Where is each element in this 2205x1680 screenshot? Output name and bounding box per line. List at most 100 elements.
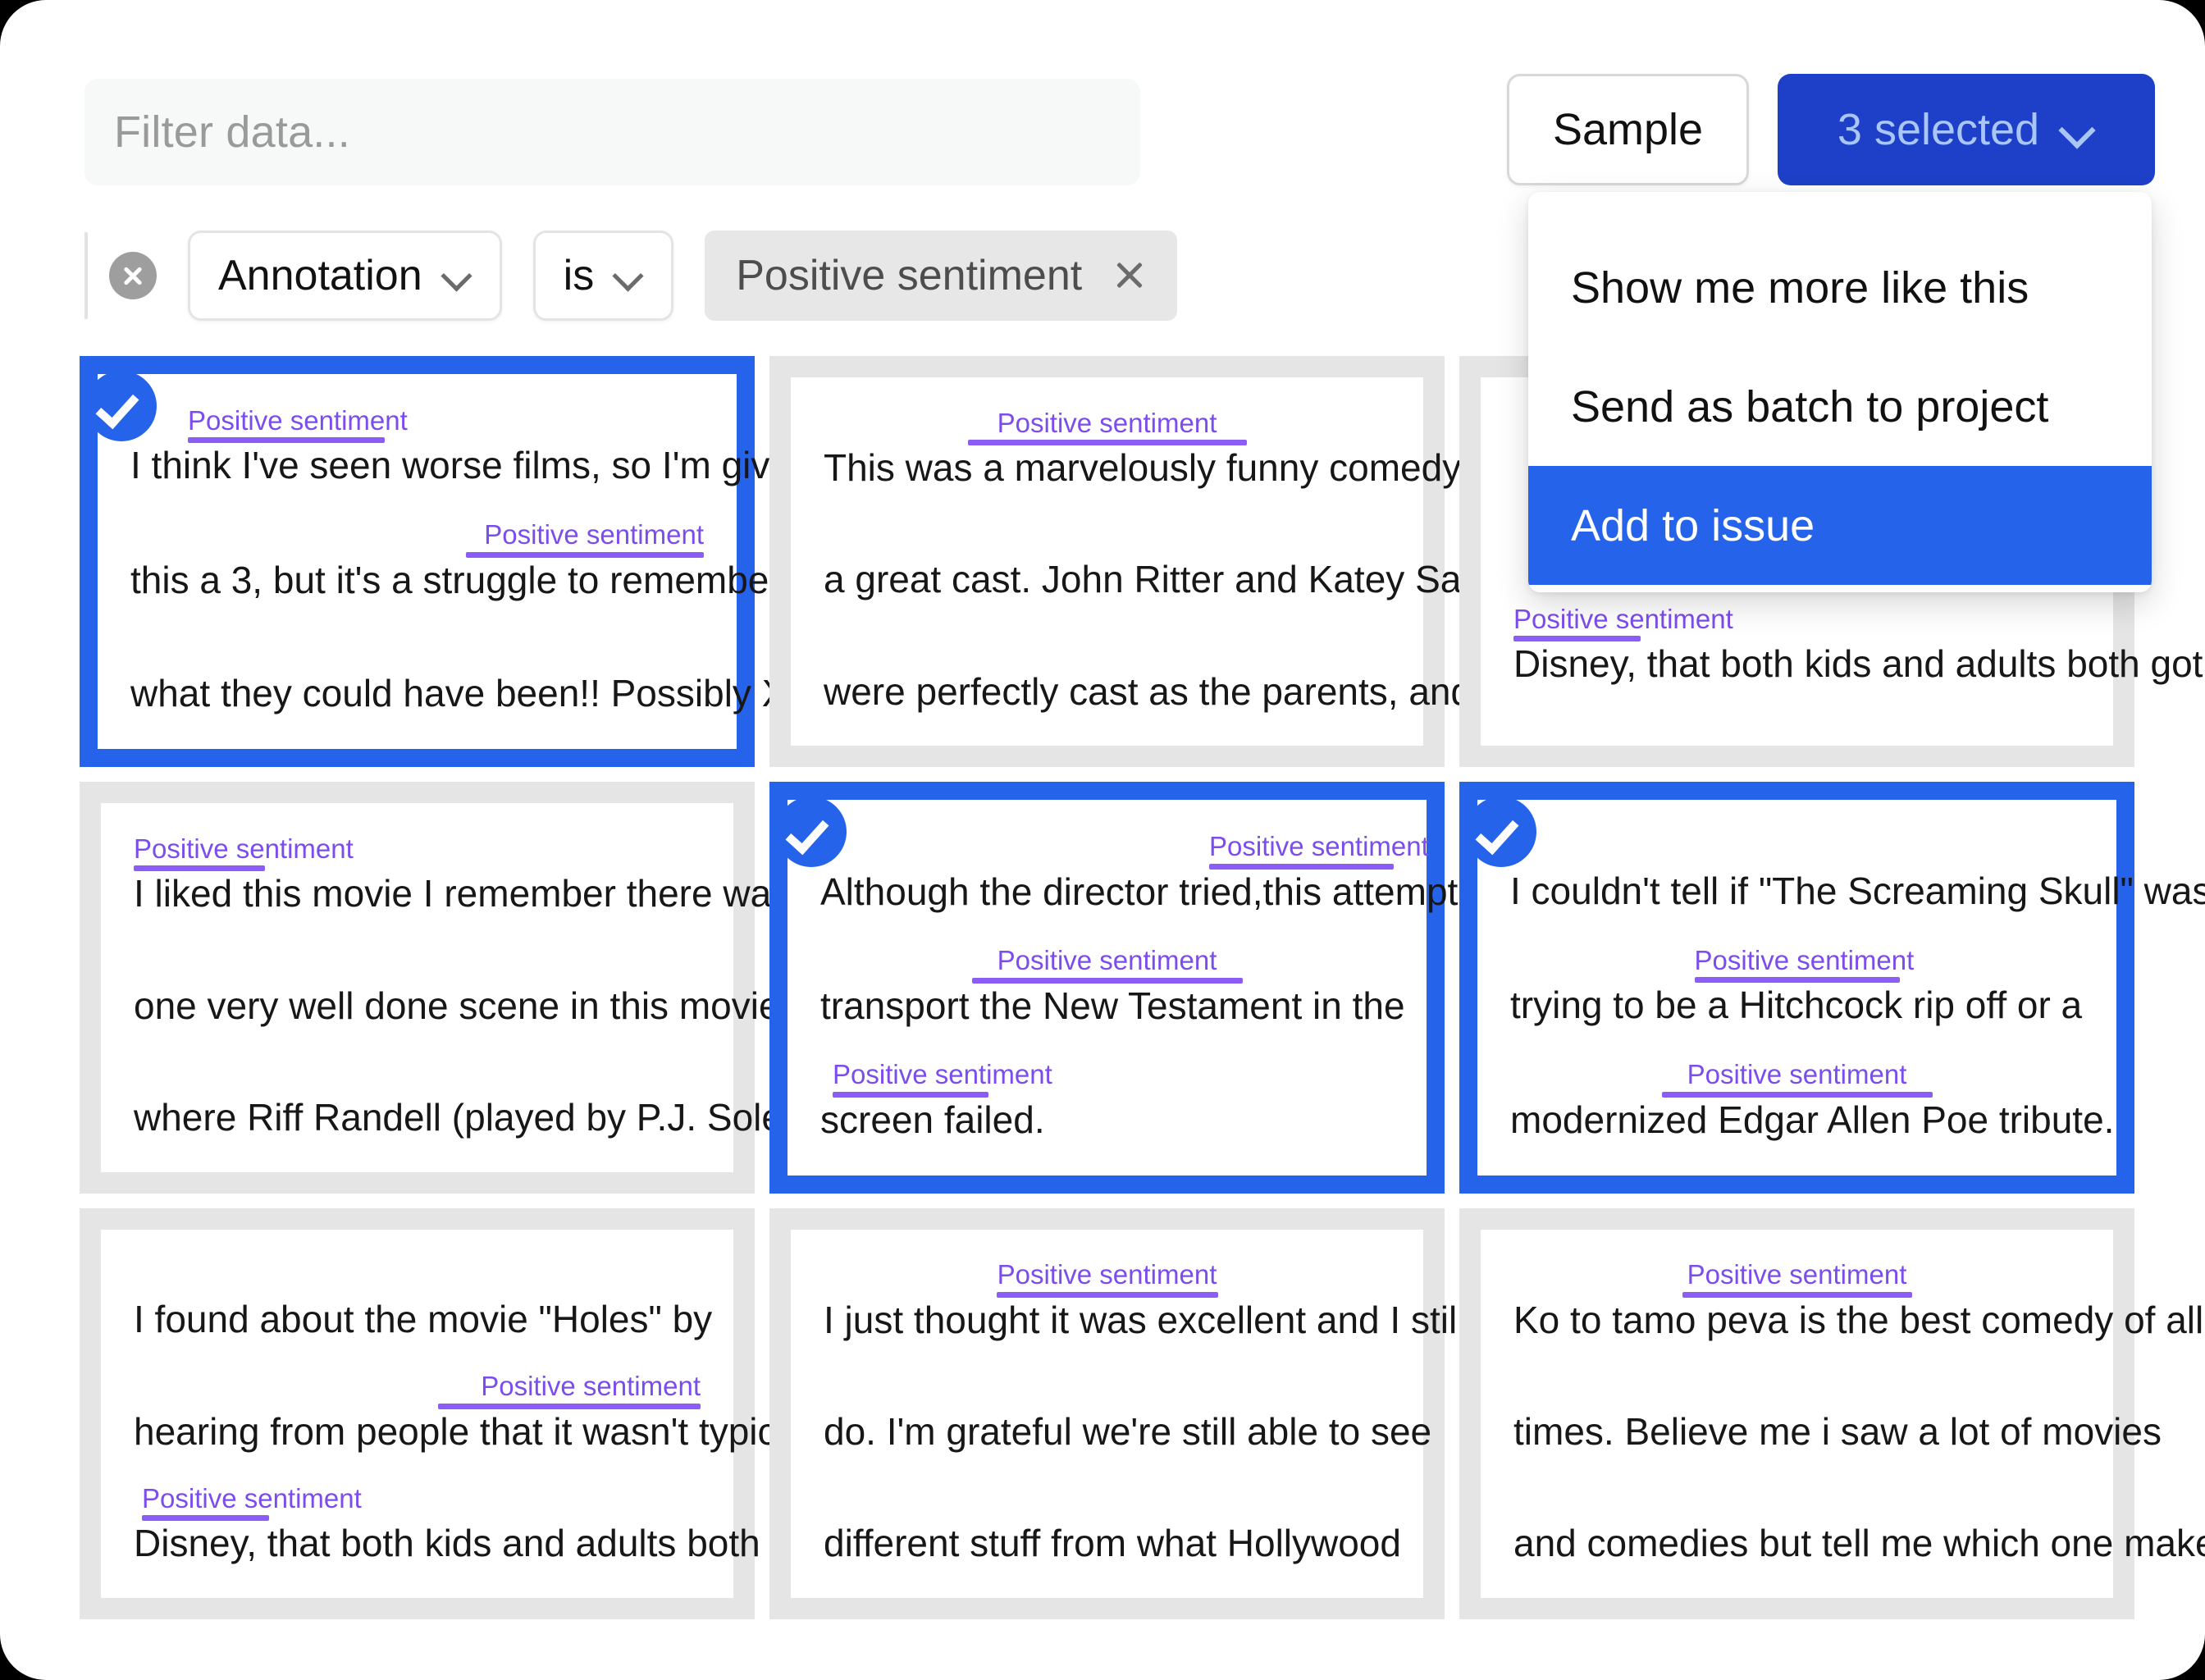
selection-dropdown-button[interactable]: 3 selected bbox=[1778, 74, 2155, 185]
menu-item-label: Show me more like this bbox=[1571, 262, 2029, 313]
annotation-label: Positive sentiment bbox=[142, 1485, 269, 1513]
annotation-underline bbox=[1695, 977, 1900, 983]
toolbar: Filter data... Sample 3 selected bbox=[0, 0, 2205, 205]
annotation-tag[interactable]: Positive sentiment bbox=[1510, 1061, 2084, 1098]
annotation-tag[interactable]: Positive sentiment bbox=[824, 409, 1390, 446]
annotation-tag[interactable]: Positive sentiment bbox=[134, 1372, 701, 1409]
annotation-label: Positive sentiment bbox=[997, 1261, 1218, 1290]
annotation-tag[interactable]: Positive sentiment bbox=[130, 521, 704, 558]
card-text: were perfectly cast as the parents, and … bbox=[824, 669, 1390, 714]
card-text: modernized Edgar Allen Poe tribute. bbox=[1510, 1098, 2084, 1143]
card-text-line: one very well done scene in this movie bbox=[134, 947, 701, 1029]
filter-value-label: Positive sentiment bbox=[736, 251, 1082, 300]
sample-button[interactable]: Sample bbox=[1507, 74, 1749, 185]
filter-divider bbox=[84, 232, 88, 319]
menu-item-show-me-more-like-this[interactable]: Show me more like this bbox=[1528, 228, 2152, 347]
selection-actions-menu: Show me more like this Send as batch to p… bbox=[1528, 192, 2152, 592]
card-text: Ko to tamo peva is the best comedy of al… bbox=[1513, 1298, 2080, 1343]
filter-field-select[interactable]: Annotation bbox=[188, 231, 502, 321]
annotation-label: Positive sentiment bbox=[438, 1372, 701, 1401]
data-card[interactable]: Positive sentimentI liked this movie I r… bbox=[80, 782, 755, 1193]
data-card[interactable]: Positive sentimentKo to tamo peva is the… bbox=[1459, 1208, 2134, 1619]
annotation-underline bbox=[1682, 1292, 1912, 1298]
chevron-down-icon bbox=[444, 262, 472, 290]
menu-item-add-to-issue[interactable]: Add to issue bbox=[1528, 466, 2152, 585]
filter-operator-select[interactable]: is bbox=[533, 231, 674, 321]
card-text-line: I couldn't tell if "The Screaming Skull"… bbox=[1510, 833, 2084, 914]
card-text-line: Positive sentimentscreen failed. bbox=[820, 1061, 1394, 1143]
card-text: Disney, that both kids and adults both g… bbox=[134, 1521, 701, 1566]
chevron-down-icon bbox=[615, 262, 643, 290]
annotation-underline bbox=[466, 552, 704, 558]
annotation-tag[interactable]: Positive sentiment bbox=[820, 1061, 1394, 1098]
close-circle-icon[interactable] bbox=[109, 252, 157, 299]
line-spacer bbox=[1513, 1485, 2080, 1521]
card-text: times. Believe me i saw a lot of movies bbox=[1513, 1409, 2080, 1454]
annotation-tag[interactable]: Positive sentiment bbox=[820, 833, 1394, 870]
card-text: screen failed. bbox=[820, 1098, 1394, 1143]
app-frame: Filter data... Sample 3 selected Annotat… bbox=[0, 0, 2205, 1680]
card-text-line: a great cast. John Ritter and Katey Saga… bbox=[824, 521, 1390, 602]
data-card[interactable]: Positive sentimentI just thought it was … bbox=[769, 1208, 1445, 1619]
annotation-tag[interactable]: Positive sentiment bbox=[1513, 1261, 2080, 1298]
annotation-tag[interactable]: Positive sentiment bbox=[134, 1485, 701, 1522]
annotation-tag[interactable]: Positive sentiment bbox=[1510, 947, 2084, 984]
card-body: Positive sentimentThis was a marvelously… bbox=[791, 377, 1423, 746]
card-text: and comedies but tell me which one make bbox=[1513, 1521, 2080, 1566]
filter-data-input[interactable]: Filter data... bbox=[84, 79, 1140, 185]
card-text-line: Positive sentiment modernized Edgar Allen… bbox=[1510, 1061, 2084, 1143]
card-text-line: where Riff Randell (played by P.J. Soles… bbox=[134, 1059, 701, 1140]
data-card[interactable]: I couldn't tell if "The Screaming Skull"… bbox=[1459, 782, 2134, 1193]
card-text-line: Positive sentimentthis a 3, but it's a s… bbox=[130, 521, 704, 603]
card-text: I found about the movie "Holes" by bbox=[134, 1297, 701, 1342]
card-text: a great cast. John Ritter and Katey Saga… bbox=[824, 557, 1390, 602]
annotation-underline bbox=[1513, 636, 1641, 641]
card-text: I think I've seen worse films, so I'm gi… bbox=[130, 443, 704, 488]
checkmark-icon[interactable] bbox=[776, 797, 847, 867]
card-text: transport the New Testament in the bbox=[820, 984, 1394, 1029]
data-card[interactable]: Positive sentiment Although the director … bbox=[769, 782, 1445, 1193]
card-body: Positive sentiment I think I've seen wors… bbox=[98, 374, 737, 749]
annotation-label: Positive sentiment bbox=[1662, 1061, 1933, 1089]
checkmark-icon[interactable] bbox=[1466, 797, 1536, 867]
menu-item-label: Add to issue bbox=[1571, 500, 1815, 551]
line-spacer bbox=[134, 1059, 701, 1095]
card-text: what they could have been!! Possibly Xtr… bbox=[130, 671, 704, 716]
close-icon[interactable] bbox=[1113, 259, 1146, 292]
card-text-line: and comedies but tell me which one make bbox=[1513, 1485, 2080, 1566]
card-text: Disney, that both kids and adults both g… bbox=[1513, 641, 2080, 687]
card-text: I couldn't tell if "The Screaming Skull"… bbox=[1510, 869, 2084, 914]
card-text: Although the director tried,this attempt… bbox=[820, 870, 1394, 915]
chevron-down-icon bbox=[2061, 112, 2095, 147]
annotation-underline bbox=[968, 440, 1247, 445]
card-text-line: Positive sentimenttransport the New Test… bbox=[820, 947, 1394, 1029]
annotation-tag[interactable]: Positive sentiment bbox=[820, 947, 1394, 984]
filter-value-chip[interactable]: Positive sentiment bbox=[705, 231, 1177, 321]
menu-item-send-as-batch-to-project[interactable]: Send as batch to project bbox=[1528, 347, 2152, 466]
menu-item-label: Send as batch to project bbox=[1571, 381, 2048, 432]
data-card[interactable]: Positive sentiment I think I've seen wors… bbox=[80, 356, 755, 767]
annotation-tag[interactable]: Positive sentiment bbox=[1513, 605, 2080, 642]
annotation-underline bbox=[188, 437, 385, 443]
card-text: where Riff Randell (played by P.J. Soles… bbox=[134, 1095, 701, 1140]
annotation-tag[interactable]: Positive sentiment bbox=[134, 835, 701, 872]
data-card[interactable]: I found about the movie "Holes" by Positi… bbox=[80, 1208, 755, 1619]
annotation-label: Positive sentiment bbox=[188, 407, 385, 436]
checkmark-icon[interactable] bbox=[86, 371, 157, 441]
card-text-line: I found about the movie "Holes" by bbox=[134, 1261, 701, 1342]
annotation-label: Positive sentiment bbox=[968, 409, 1247, 438]
card-text: this a 3, but it's a struggle to remembe… bbox=[130, 558, 704, 603]
line-spacer bbox=[824, 1373, 1390, 1409]
filter-input-placeholder: Filter data... bbox=[114, 107, 350, 158]
annotation-tag[interactable]: Positive sentiment bbox=[130, 407, 704, 444]
annotation-underline bbox=[1662, 1092, 1933, 1098]
line-spacer bbox=[1510, 833, 2084, 869]
annotation-underline bbox=[1209, 864, 1394, 870]
card-text-line: what they could have been!! Possibly Xtr… bbox=[130, 635, 704, 716]
annotation-underline bbox=[833, 1092, 988, 1098]
annotation-tag[interactable]: Positive sentiment bbox=[824, 1261, 1390, 1298]
card-text: different stuff from what Hollywood bbox=[824, 1521, 1390, 1566]
data-card[interactable]: Positive sentimentThis was a marvelously… bbox=[769, 356, 1445, 767]
card-text: one very well done scene in this movie bbox=[134, 984, 701, 1029]
annotation-label: Positive sentiment bbox=[1209, 833, 1394, 861]
